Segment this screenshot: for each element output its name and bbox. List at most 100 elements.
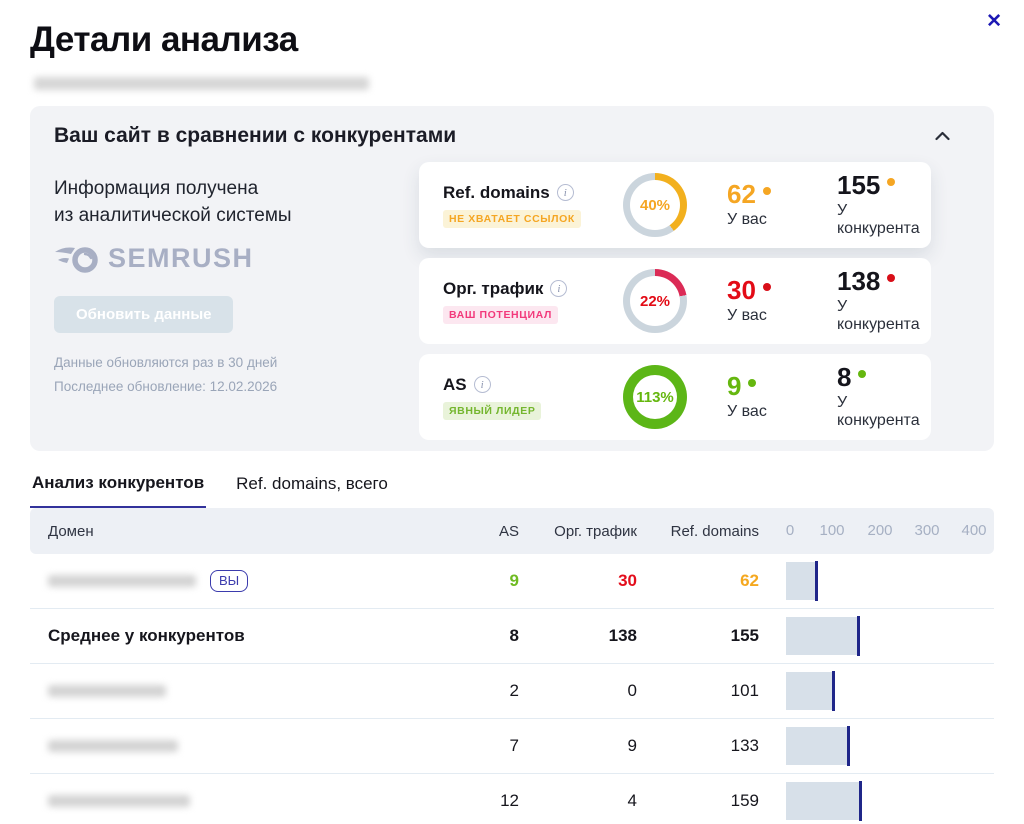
your-value-label: У вас — [727, 307, 837, 325]
tab-competitor-analysis[interactable]: Анализ конкурентов — [30, 473, 206, 508]
metric-name: AS — [443, 375, 467, 395]
data-source-text: Информация получена из аналитической сис… — [54, 176, 394, 229]
column-header-traffic: Орг. трафик — [519, 523, 637, 540]
semrush-logo-text: SEMRUSH — [108, 243, 254, 274]
metric-donut-chart: 40% — [623, 173, 687, 237]
you-badge: ВЫ — [210, 570, 248, 592]
bar-marker — [857, 616, 860, 656]
ref-domains-bar — [786, 672, 832, 710]
ref-domains-value: 159 — [637, 791, 759, 811]
traffic-value: 9 — [519, 736, 637, 756]
traffic-value: 30 — [519, 571, 637, 591]
traffic-value: 138 — [519, 626, 637, 646]
competitors-table: Домен AS Орг. трафик Ref. domains 010020… — [30, 508, 994, 824]
column-header-as: AS — [449, 523, 519, 540]
metric-percent: 113% — [636, 389, 674, 406]
info-icon[interactable]: i — [550, 280, 567, 297]
comparison-panel: Ваш сайт в сравнении с конкурентами Инфо… — [30, 106, 994, 451]
table-row: 7 9 133 — [30, 719, 994, 774]
tabs-bar: Анализ конкурентов Ref. domains, всего — [30, 473, 994, 508]
traffic-value: 0 — [519, 681, 637, 701]
domain-name-blurred — [48, 740, 178, 752]
table-row: 2 0 101 — [30, 664, 994, 719]
chevron-up-icon[interactable] — [931, 125, 954, 148]
scale-ticks: 0 100 200 300 400 — [759, 508, 994, 554]
semrush-comet-icon — [54, 244, 100, 274]
metric-status-badge: ВАШ ПОТЕНЦИАЛ — [443, 306, 558, 324]
your-value-label: У вас — [727, 211, 837, 229]
your-value-label: У вас — [727, 403, 837, 421]
competitor-value: 138 — [837, 268, 880, 294]
metric-card: Ref. domains i НЕ ХВАТАЕТ ССЫЛОК 40% 62 … — [419, 162, 931, 248]
table-row: ВЫ 9 30 62 — [30, 554, 994, 609]
metric-cards: Ref. domains i НЕ ХВАТАЕТ ССЫЛОК 40% 62 … — [419, 162, 931, 440]
as-value: 7 — [449, 736, 519, 756]
page-title: Детали анализа — [30, 20, 994, 60]
domain-name: Среднее у конкурентов — [48, 626, 245, 646]
value-dot — [748, 379, 756, 387]
info-icon[interactable]: i — [557, 184, 574, 201]
table-header: Домен AS Орг. трафик Ref. domains 0 100 20… — [30, 508, 994, 554]
value-dot — [887, 178, 895, 186]
competitor-value: 8 — [837, 364, 851, 390]
analysis-details-modal: ✕ Детали анализа Ваш сайт в сравнении с … — [0, 0, 1024, 824]
comparison-panel-title: Ваш сайт в сравнении с конкурентами — [54, 124, 456, 148]
update-data-button[interactable]: Обновить данные — [54, 296, 233, 333]
metric-percent: 40% — [640, 197, 670, 214]
as-value: 9 — [449, 571, 519, 591]
competitor-value-label: У конкурента — [837, 202, 920, 238]
your-value: 30 — [727, 277, 756, 303]
competitor-value: 155 — [837, 172, 880, 198]
metric-donut-chart: 22% — [623, 269, 687, 333]
ref-domains-bar — [786, 727, 847, 765]
your-value: 62 — [727, 181, 756, 207]
metric-card: Орг. трафик i ВАШ ПОТЕНЦИАЛ 22% 30 У вас… — [419, 258, 931, 344]
table-row: Среднее у конкурентов 8 138 155 — [30, 609, 994, 664]
tab-ref-domains-total[interactable]: Ref. domains, всего — [234, 473, 390, 508]
as-value: 8 — [449, 626, 519, 646]
ref-domains-value: 133 — [637, 736, 759, 756]
domain-name-blurred — [48, 575, 196, 587]
scale-tick: 0 — [786, 522, 794, 539]
ref-domains-value: 62 — [637, 571, 759, 591]
metric-status-badge: ЯВНЫЙ ЛИДЕР — [443, 402, 541, 420]
ref-domains-bar — [786, 617, 857, 655]
column-header-ref-domains: Ref. domains — [637, 523, 759, 540]
metric-name: Орг. трафик — [443, 279, 543, 299]
value-dot — [763, 283, 771, 291]
traffic-value: 4 — [519, 791, 637, 811]
bar-marker — [847, 726, 850, 766]
scale-tick: 300 — [914, 522, 939, 539]
scale-tick: 200 — [867, 522, 892, 539]
metric-donut-chart: 113% — [623, 365, 687, 429]
close-icon[interactable]: ✕ — [986, 12, 1002, 31]
scale-tick: 400 — [961, 522, 986, 539]
metric-name: Ref. domains — [443, 183, 550, 203]
ref-domains-value: 155 — [637, 626, 759, 646]
as-value: 2 — [449, 681, 519, 701]
value-dot — [858, 370, 866, 378]
competitor-value-label: У конкурента — [837, 298, 920, 334]
domain-name-blurred — [48, 795, 190, 807]
your-value: 9 — [727, 373, 741, 399]
semrush-logo: SEMRUSH — [54, 243, 394, 274]
competitor-value-label: У конкурента — [837, 394, 920, 430]
ref-domains-value: 101 — [637, 681, 759, 701]
table-row: 12 4 159 — [30, 774, 994, 824]
bar-marker — [832, 671, 835, 711]
metric-percent: 22% — [640, 293, 670, 310]
metric-card: AS i ЯВНЫЙ ЛИДЕР 113% 9 У вас 8 У конкур… — [419, 354, 931, 440]
ref-domains-bar — [786, 562, 815, 600]
info-icon[interactable]: i — [474, 376, 491, 393]
scale-tick: 100 — [819, 522, 844, 539]
site-url-blurred — [34, 77, 369, 90]
ref-domains-bar — [786, 782, 859, 820]
as-value: 12 — [449, 791, 519, 811]
value-dot — [887, 274, 895, 282]
bar-marker — [815, 561, 818, 601]
update-notes: Данные обновляются раз в 30 дней Последн… — [54, 351, 394, 398]
metric-status-badge: НЕ ХВАТАЕТ ССЫЛОК — [443, 210, 581, 228]
bar-marker — [859, 781, 862, 821]
column-header-domain: Домен — [30, 523, 449, 540]
domain-name-blurred — [48, 685, 166, 697]
